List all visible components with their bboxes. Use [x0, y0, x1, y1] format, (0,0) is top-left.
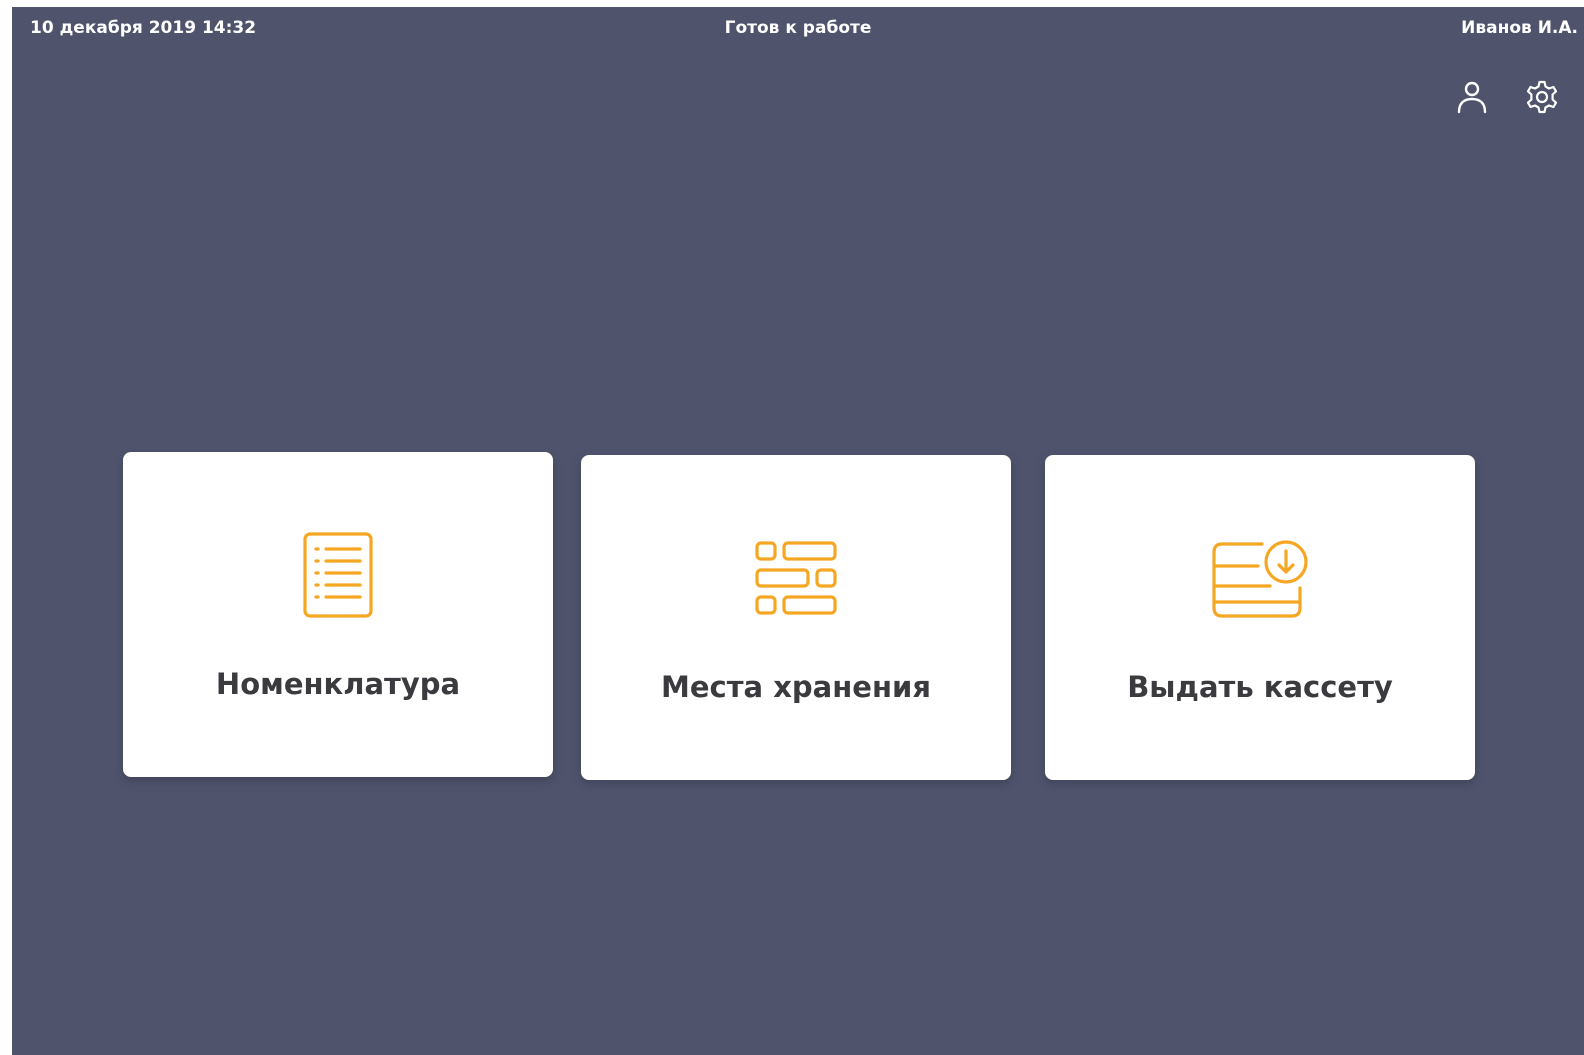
list-document-icon: [303, 532, 373, 618]
tile-storage-icon-wrap: [746, 533, 846, 625]
storage-blocks-icon: [755, 541, 837, 615]
cassette-download-icon: [1212, 540, 1308, 618]
main-screen: 10 декабря 2019 14:32 Готов к работе Ива…: [12, 7, 1584, 1055]
status-user-name: Иванов И.А.: [1461, 18, 1578, 38]
top-toolbar: [1452, 77, 1562, 117]
settings-button[interactable]: [1522, 77, 1562, 117]
status-bar: 10 декабря 2019 14:32 Готов к работе Ива…: [12, 7, 1584, 51]
tile-nomenclature[interactable]: Номенклатура: [123, 452, 553, 777]
tile-cassette-icon-wrap: [1210, 533, 1310, 625]
tile-issue-cassette[interactable]: Выдать кассету: [1045, 455, 1475, 780]
user-button[interactable]: [1452, 77, 1492, 117]
tile-cassette-label: Выдать кассету: [1127, 670, 1393, 704]
tile-nomenclature-icon-wrap: [288, 530, 388, 622]
gear-icon: [1526, 80, 1558, 114]
user-icon: [1457, 81, 1487, 114]
status-message: Готов к работе: [724, 18, 872, 38]
tile-storage-locations[interactable]: Места хранения: [581, 455, 1011, 780]
tile-nomenclature-label: Номенклатура: [215, 667, 461, 701]
tile-storage-label: Места хранения: [661, 670, 931, 704]
